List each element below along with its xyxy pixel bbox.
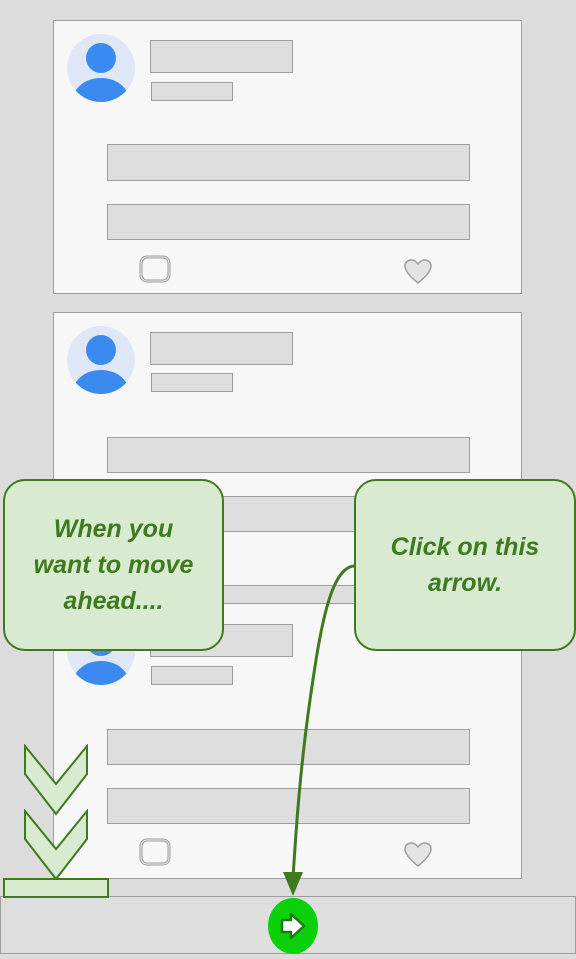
callout-pointer-arrow bbox=[283, 564, 355, 896]
